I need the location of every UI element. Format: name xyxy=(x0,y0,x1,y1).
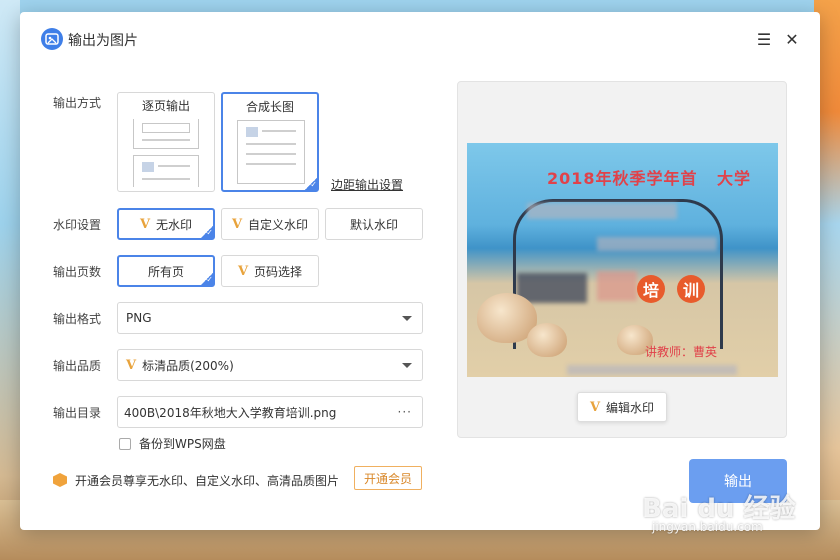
dialog-title: 输出为图片 xyxy=(68,33,138,49)
selected-check-icon: ✓ xyxy=(200,225,214,239)
preview-blur-3 xyxy=(517,273,587,303)
preview-title: 2018年秋季学年首 xyxy=(547,169,698,188)
vip-v-icon: V xyxy=(231,216,243,232)
preview-blur-1 xyxy=(527,203,677,219)
format-label: 输出格式 xyxy=(53,312,102,326)
page-by-page-option[interactable]: 逐页输出 xyxy=(117,92,215,192)
preview-blur-2 xyxy=(597,237,717,251)
preview-blur-4 xyxy=(597,271,637,301)
page-range-label: 页码选择 xyxy=(254,264,303,279)
mini-page-2 xyxy=(133,155,199,187)
vip-promo-text: 开通会员尊享无水印、自定义水印、高清品质图片 xyxy=(75,473,340,488)
long-image-option[interactable]: 合成长图 ✓ xyxy=(221,92,319,192)
mini-page-1 xyxy=(133,119,199,149)
vip-promo: 开通会员尊享无水印、自定义水印、高清品质图片 xyxy=(53,468,339,492)
no-watermark-label: 无水印 xyxy=(156,217,193,232)
watermark-label: 水印设置 xyxy=(53,218,102,232)
browse-more-button[interactable]: ··· xyxy=(398,405,412,419)
preview-teacher: 讲教师：曹英 xyxy=(645,345,718,359)
backup-checkbox-row[interactable]: 备份到WPS网盘 xyxy=(119,435,226,452)
no-watermark-button[interactable]: V 无水印 ✓ xyxy=(117,208,215,240)
background-left xyxy=(0,0,20,560)
quality-label: 输出品质 xyxy=(53,359,102,373)
default-watermark-label: 默认水印 xyxy=(349,217,398,232)
directory-value: 400B\2018年秋地大入学教育培训.png xyxy=(124,405,337,420)
backup-checkbox[interactable] xyxy=(119,437,131,450)
directory-label: 输出目录 xyxy=(53,406,102,420)
all-pages-button[interactable]: 所有页 ✓ xyxy=(117,255,215,287)
edit-watermark-label: 编辑水印 xyxy=(606,400,655,415)
vip-v-icon: V xyxy=(139,216,151,232)
preview-blur-5 xyxy=(567,365,737,375)
close-icon[interactable]: ✕ xyxy=(782,29,802,49)
open-vip-button[interactable]: 开通会员 xyxy=(354,466,422,490)
image-icon xyxy=(41,28,63,50)
vip-v-icon: V xyxy=(589,399,601,415)
preview-char-pei: 培 xyxy=(637,275,665,303)
mini-long-page xyxy=(237,120,305,184)
quality-select[interactable]: V 标清品质(200%) xyxy=(117,349,423,381)
preview-shell-2 xyxy=(527,323,567,357)
selected-check-icon: ✓ xyxy=(200,272,214,286)
pages-label: 输出页数 xyxy=(53,265,102,279)
preview-panel: 2018年秋季学年首 大学 培 训 讲教师：曹英 xyxy=(457,81,787,438)
format-value: PNG xyxy=(126,311,152,325)
custom-watermark-label: 自定义水印 xyxy=(248,217,309,232)
preview-image: 2018年秋季学年首 大学 培 训 讲教师：曹英 xyxy=(467,143,778,377)
default-watermark-button[interactable]: 默认水印 xyxy=(325,208,423,240)
vip-v-icon: V xyxy=(126,357,137,373)
vip-crown-icon xyxy=(53,473,67,487)
output-mode-label: 输出方式 xyxy=(53,96,102,110)
chevron-down-icon xyxy=(402,363,412,368)
margin-settings-link[interactable]: 边距输出设置 xyxy=(331,176,403,193)
menu-icon[interactable]: ☰ xyxy=(754,29,774,49)
backup-label: 备份到WPS网盘 xyxy=(139,437,226,451)
format-select[interactable]: PNG xyxy=(117,302,423,334)
page-range-button[interactable]: V 页码选择 xyxy=(221,255,319,287)
custom-watermark-button[interactable]: V 自定义水印 xyxy=(221,208,319,240)
edit-watermark-button[interactable]: V 编辑水印 xyxy=(577,392,667,422)
export-image-dialog: 输出为图片 ☰ ✕ 输出方式 逐页输出 合成长图 ✓ 边距输出设置 水印设置 V xyxy=(20,12,820,530)
page-by-page-label: 逐页输出 xyxy=(141,99,190,113)
all-pages-label: 所有页 xyxy=(147,264,184,279)
preview-char-xun: 训 xyxy=(677,275,705,303)
chevron-down-icon xyxy=(402,316,412,321)
preview-title-tail: 大学 xyxy=(717,169,752,188)
long-image-label: 合成长图 xyxy=(245,100,294,114)
directory-input[interactable]: 400B\2018年秋地大入学教育培训.png ··· xyxy=(117,396,423,428)
selected-check-icon: ✓ xyxy=(304,177,318,191)
quality-value: 标清品质(200%) xyxy=(142,358,234,373)
title-bar: 输出为图片 ☰ ✕ xyxy=(20,12,820,64)
baidu-watermark-url: jingyan.baidu.com xyxy=(652,520,763,534)
vip-v-icon: V xyxy=(237,263,249,279)
